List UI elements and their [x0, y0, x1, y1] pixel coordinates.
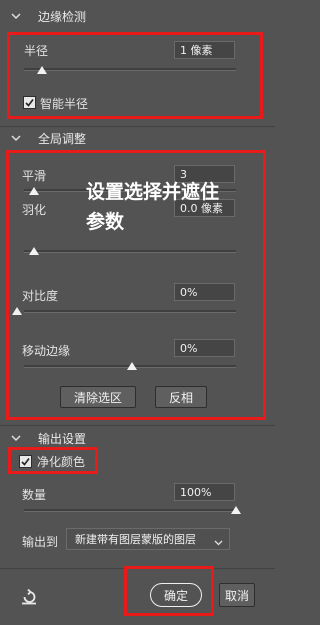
- shift-edge-slider-thumb[interactable]: [127, 362, 137, 370]
- cancel-button[interactable]: 取消: [219, 583, 255, 607]
- smooth-slider-thumb[interactable]: [29, 187, 39, 195]
- annotation-line: 参数: [86, 211, 125, 233]
- divider: [0, 425, 275, 426]
- amount-label: 数量: [22, 488, 47, 502]
- amount-slider-track[interactable]: [24, 509, 236, 512]
- amount-field[interactable]: 100%: [174, 483, 235, 501]
- section-global-refinements[interactable]: 全局调整: [10, 128, 86, 148]
- section-title: 边缘检测: [38, 9, 87, 24]
- annotation-text: 设置选择并遮住 参数: [86, 177, 219, 237]
- decontaminate-label: 净化颜色: [37, 455, 86, 469]
- smart-radius-label: 智能半径: [40, 97, 89, 111]
- section-title: 输出设置: [38, 431, 87, 446]
- section-output-settings[interactable]: 输出设置: [10, 428, 86, 448]
- radius-label: 半径: [24, 44, 49, 58]
- output-to-value: 新建带有图层蒙版的图层: [75, 533, 196, 546]
- annotation-line: 设置选择并遮住: [86, 181, 220, 203]
- radius-slider-thumb[interactable]: [37, 66, 47, 74]
- divider: [0, 126, 275, 127]
- shift-edge-field[interactable]: 0%: [174, 339, 235, 357]
- decontaminate-checkbox[interactable]: [19, 455, 32, 468]
- chevron-down-icon[interactable]: [10, 432, 22, 444]
- radius-field[interactable]: 1 像素: [174, 41, 235, 59]
- feather-slider-track[interactable]: [24, 250, 236, 253]
- shift-edge-label: 移动边缘: [22, 344, 71, 358]
- section-edge-detection[interactable]: 边缘检测: [10, 6, 86, 26]
- radius-slider-track[interactable]: [24, 68, 236, 71]
- clear-selection-button[interactable]: 清除选区: [60, 386, 136, 408]
- contrast-field[interactable]: 0%: [174, 283, 235, 301]
- contrast-slider-thumb[interactable]: [12, 307, 22, 315]
- feather-label: 羽化: [22, 203, 47, 217]
- feather-slider-thumb[interactable]: [29, 247, 39, 255]
- amount-slider-thumb[interactable]: [231, 506, 241, 514]
- output-to-label: 输出到: [22, 535, 59, 549]
- chevron-down-icon: [214, 536, 223, 549]
- section-title: 全局调整: [38, 131, 87, 146]
- ok-button[interactable]: 确定: [150, 583, 202, 607]
- smooth-label: 平滑: [22, 169, 47, 183]
- output-to-dropdown[interactable]: 新建带有图层蒙版的图层: [66, 528, 230, 550]
- chevron-down-icon[interactable]: [10, 10, 22, 22]
- invert-button[interactable]: 反相: [155, 386, 207, 408]
- contrast-label: 对比度: [22, 289, 59, 303]
- smart-radius-checkbox[interactable]: [23, 96, 36, 109]
- contrast-slider-track[interactable]: [24, 310, 236, 313]
- reset-icon[interactable]: [20, 588, 38, 606]
- chevron-down-icon[interactable]: [10, 132, 22, 144]
